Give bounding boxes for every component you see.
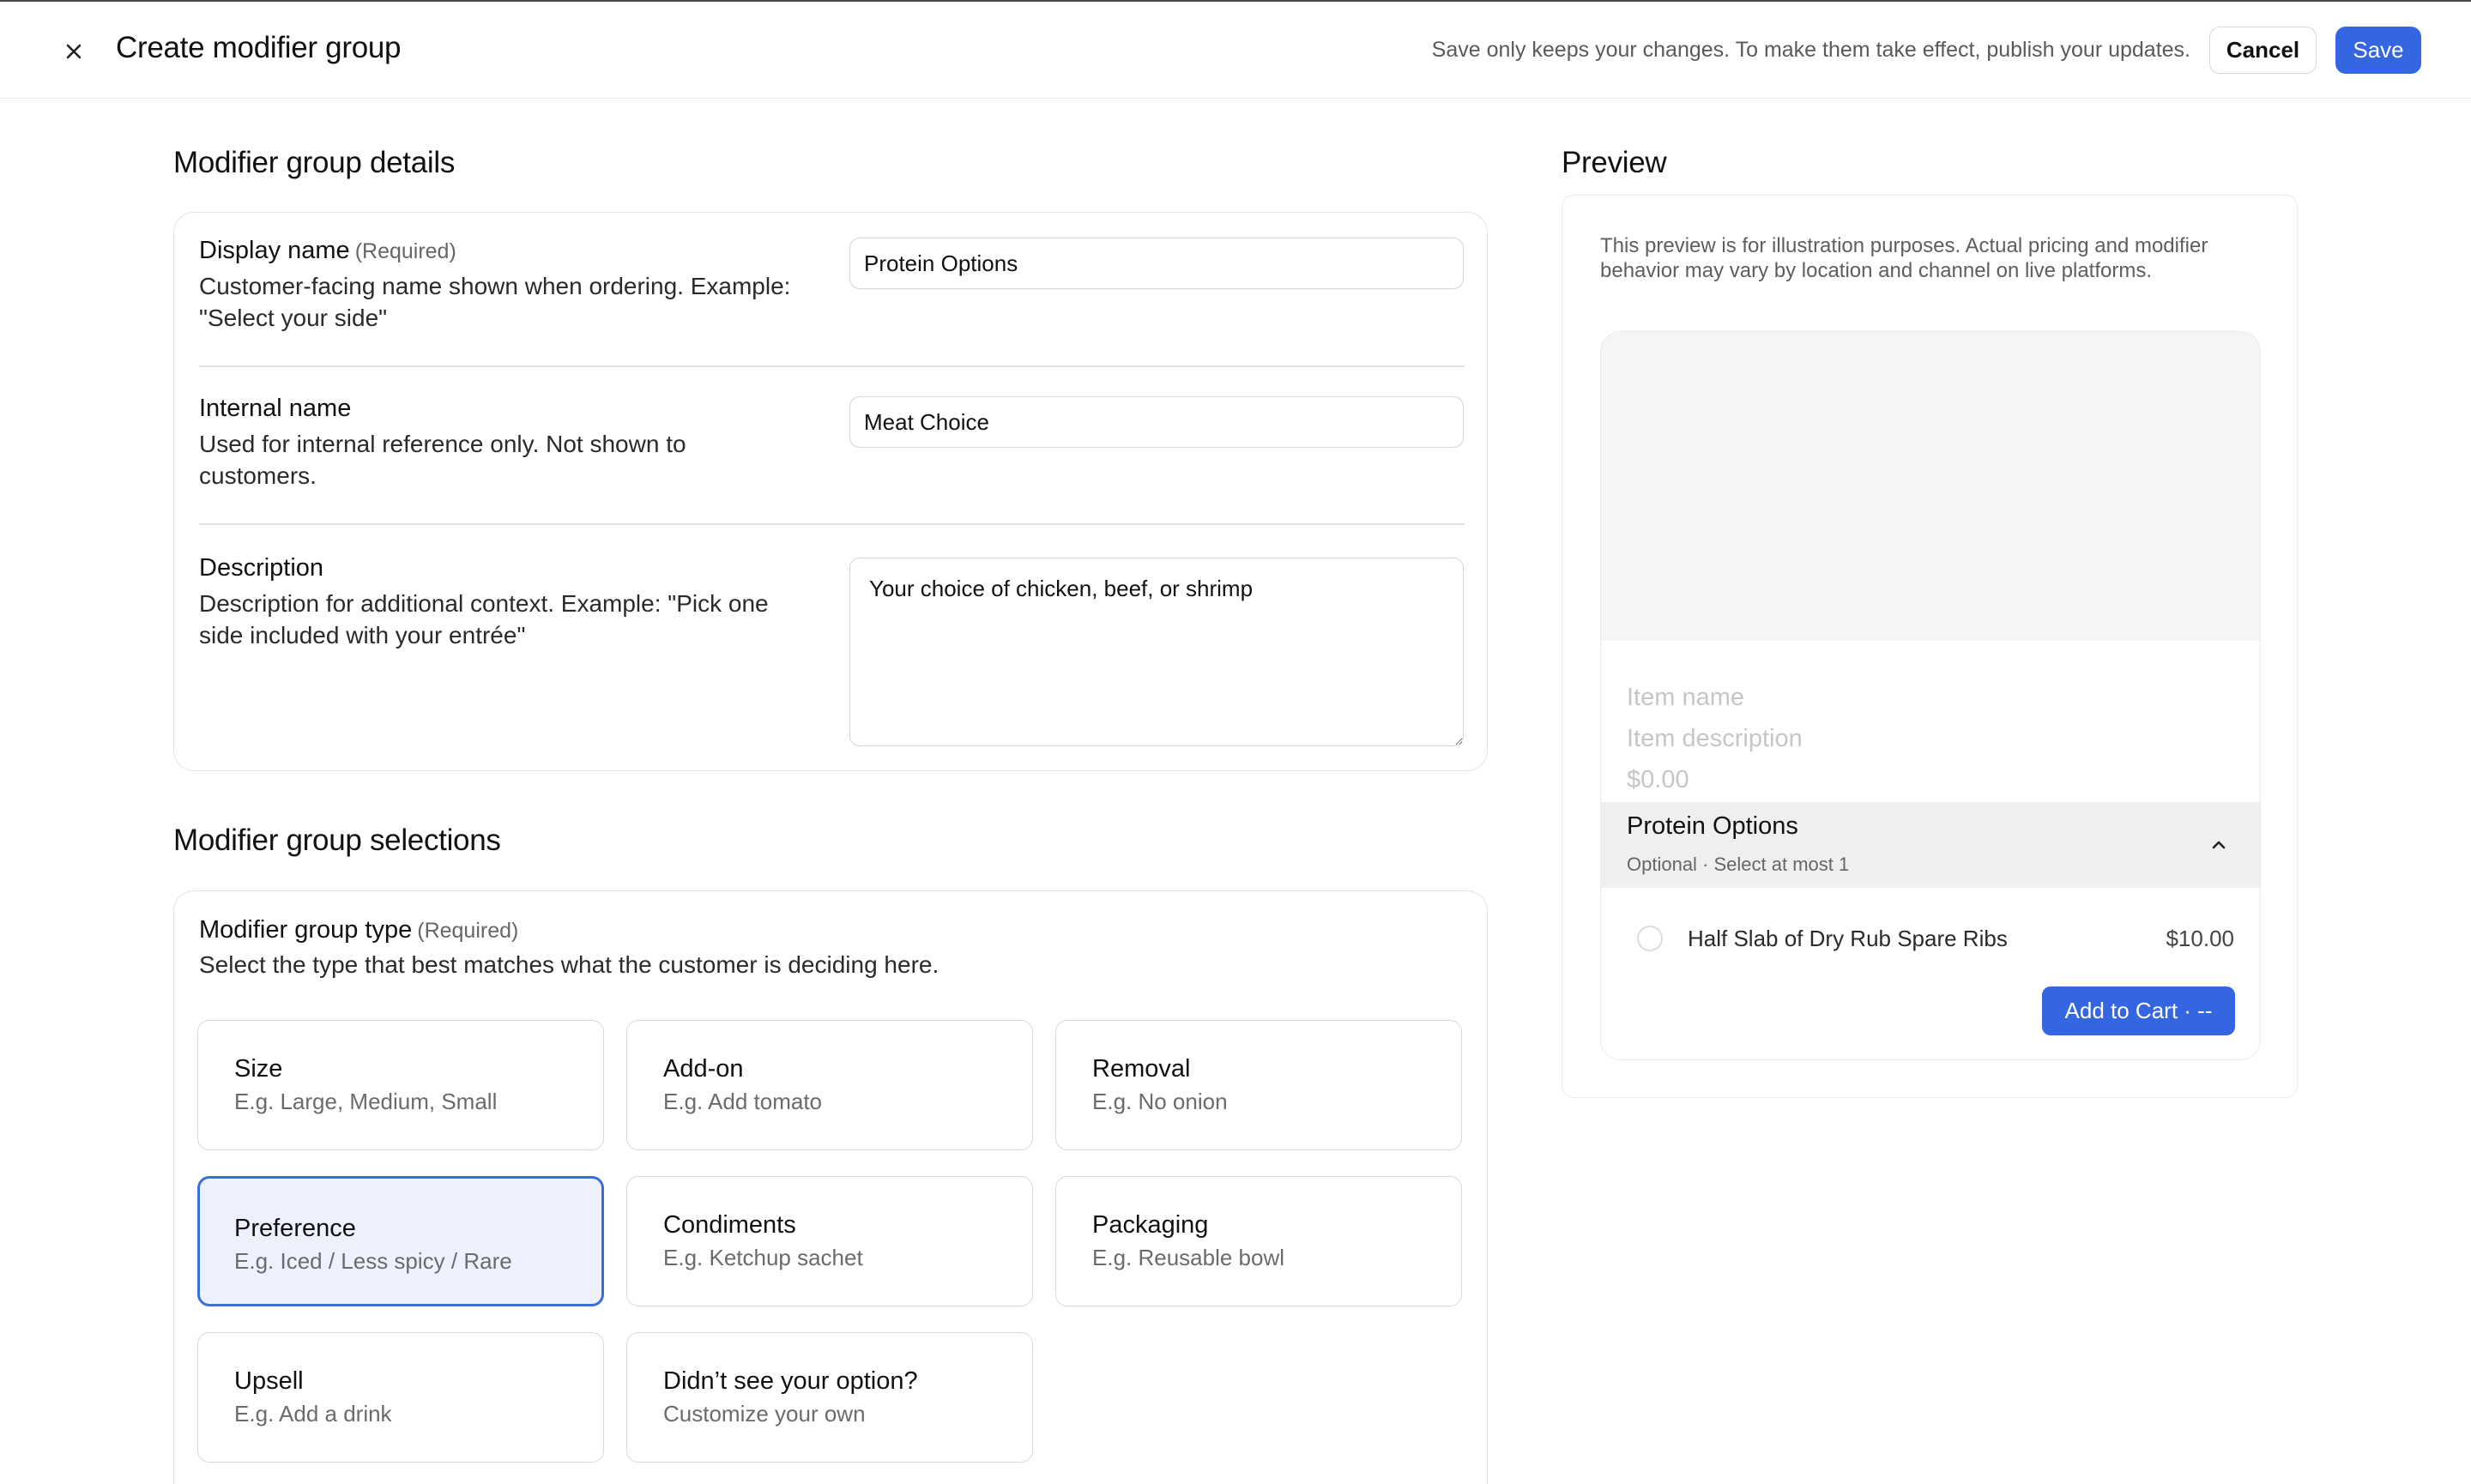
type-required: (Required): [417, 919, 519, 943]
description-textarea[interactable]: Your choice of chicken, beef, or shrimp: [849, 558, 1464, 746]
preview-note: This preview is for illustration purpose…: [1600, 234, 2208, 282]
type-help: Select the type that best matches what t…: [199, 951, 939, 978]
option-subtitle: E.g. No onion: [1092, 1089, 1228, 1114]
preview-item-card: Item name Item description $0.00 Protein…: [1600, 331, 2261, 1060]
selections-card: Modifier group type (Required) Select the…: [173, 890, 1488, 1484]
preview-heading: Preview: [1562, 146, 1667, 179]
option-subtitle: E.g. Large, Medium, Small: [234, 1089, 498, 1114]
item-price-placeholder: $0.00: [1627, 766, 1689, 793]
close-icon: [66, 44, 82, 59]
description-help: Description for additional context. Exam…: [199, 590, 769, 648]
option-title: Removal: [1092, 1055, 1191, 1083]
option-title: Condiments: [663, 1211, 796, 1239]
option-title: Upsell: [234, 1367, 304, 1395]
option-subtitle: E.g. Reusable bowl: [1092, 1245, 1285, 1270]
chevron-up-icon[interactable]: [2208, 835, 2229, 855]
display-name-help: Customer-facing name shown when ordering…: [199, 273, 791, 331]
add-to-cart-button[interactable]: Add to Cart · --: [2042, 986, 2235, 1035]
option-radio[interactable]: [1637, 926, 1663, 951]
option-subtitle: E.g. Iced / Less spicy / Rare: [234, 1248, 512, 1274]
modifier-group-header[interactable]: Protein Options Optional · Select at mos…: [1601, 802, 2260, 888]
internal-name-input[interactable]: [849, 396, 1464, 448]
details-card: Display name (Required) Customer-facing n…: [173, 212, 1488, 771]
save-note: Save only keeps your changes. To make th…: [1431, 38, 2190, 62]
type-option-packaging[interactable]: Packaging E.g. Reusable bowl: [1055, 1176, 1462, 1306]
modifier-group-title: Protein Options: [1627, 812, 1798, 840]
option-title: Add-on: [663, 1055, 744, 1083]
selections-heading: Modifier group selections: [173, 823, 501, 857]
option-price: $10.00: [2166, 926, 2234, 951]
type-option-removal[interactable]: Removal E.g. No onion: [1055, 1020, 1462, 1150]
details-heading: Modifier group details: [173, 146, 456, 179]
cancel-button[interactable]: Cancel: [2209, 27, 2317, 74]
type-label-row: Modifier group type (Required): [199, 916, 518, 944]
preview-card: This preview is for illustration purpose…: [1562, 195, 2298, 1098]
type-label: Modifier group type: [199, 916, 413, 944]
top-bar: Create modifier group Save only keeps yo…: [0, 0, 2471, 99]
option-subtitle: Customize your own: [663, 1401, 866, 1427]
option-subtitle: E.g. Ketchup sachet: [663, 1245, 863, 1270]
display-name-input[interactable]: [849, 238, 1464, 289]
description-label: Description: [199, 554, 324, 582]
save-button[interactable]: Save: [2335, 27, 2421, 74]
item-image-placeholder: [1601, 332, 2260, 641]
option-title: Preference: [234, 1215, 356, 1242]
type-option-size[interactable]: Size E.g. Large, Medium, Small: [197, 1020, 604, 1150]
type-option-condiments[interactable]: Condiments E.g. Ketchup sachet: [626, 1176, 1033, 1306]
item-description-placeholder: Item description: [1627, 725, 1803, 752]
option-name: Half Slab of Dry Rub Spare Ribs: [1688, 926, 2008, 951]
display-name-required: (Required): [354, 239, 456, 263]
display-name-label: Display name: [199, 237, 350, 264]
divider: [199, 365, 1465, 367]
page-title: Create modifier group: [116, 31, 402, 64]
option-subtitle: E.g. Add a drink: [234, 1401, 392, 1427]
type-option-preference[interactable]: Preference E.g. Iced / Less spicy / Rare: [197, 1176, 604, 1306]
internal-name-label: Internal name: [199, 395, 352, 422]
divider: [199, 523, 1465, 525]
type-option-upsell[interactable]: Upsell E.g. Add a drink: [197, 1332, 604, 1463]
internal-name-help: Used for internal reference only. Not sh…: [199, 431, 686, 489]
option-title: Size: [234, 1055, 283, 1083]
option-subtitle: E.g. Add tomato: [663, 1089, 823, 1114]
modifier-group-subtitle: Optional · Select at most 1: [1627, 854, 1850, 875]
item-name-placeholder: Item name: [1627, 684, 1744, 711]
close-button[interactable]: [57, 34, 91, 69]
option-title: Didn’t see your option?: [663, 1367, 918, 1395]
type-option-add-on[interactable]: Add-on E.g. Add tomato: [626, 1020, 1033, 1150]
type-option-custom[interactable]: Didn’t see your option? Customize your o…: [626, 1332, 1033, 1463]
option-title: Packaging: [1092, 1211, 1209, 1239]
